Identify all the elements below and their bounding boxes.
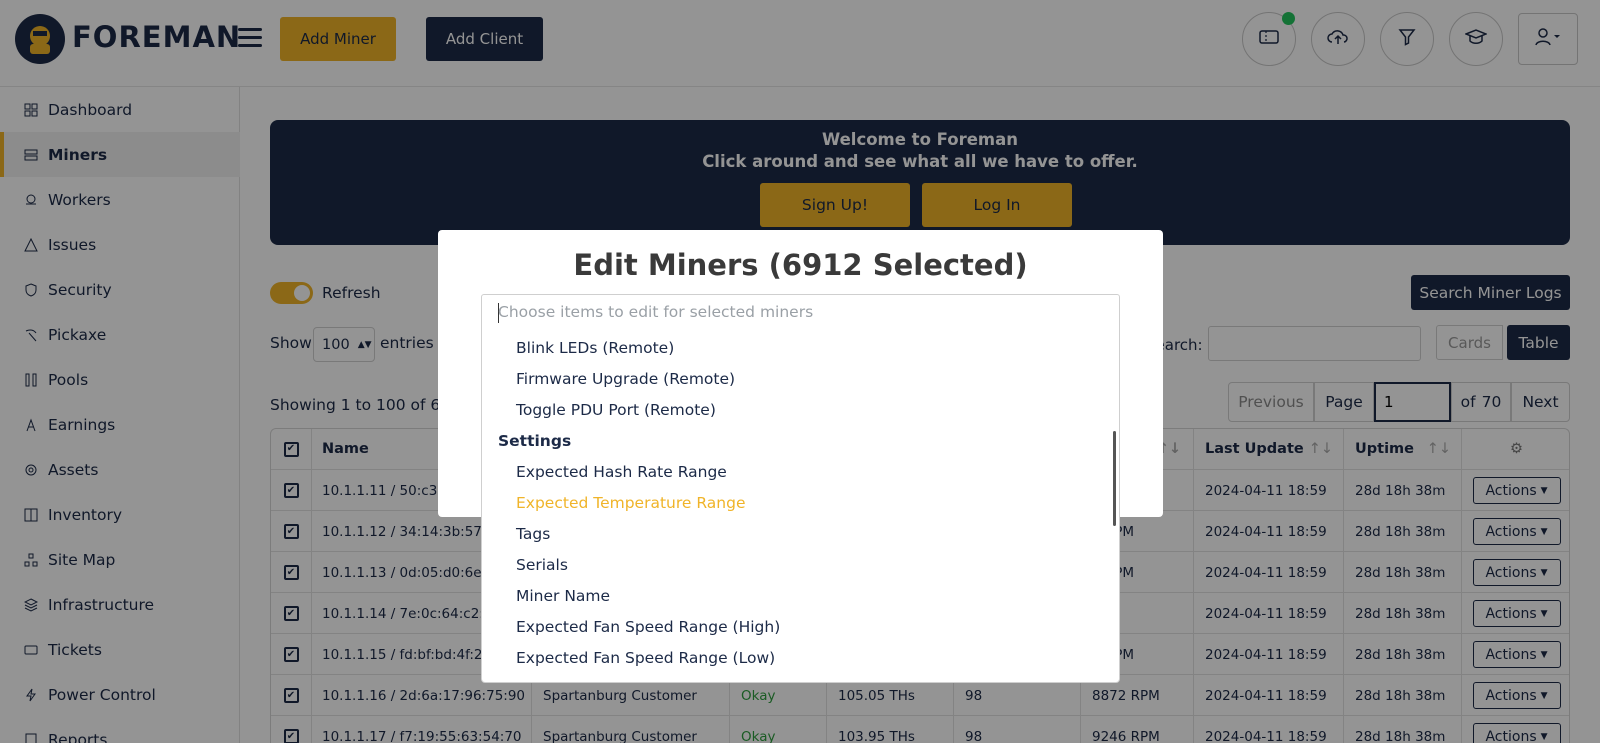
group-settings-label: Settings [498, 432, 572, 450]
edit-items-placeholder: Choose items to edit for selected miners [498, 303, 814, 321]
option-expected-hash-rate-range[interactable]: Expected Hash Rate Range [516, 463, 727, 481]
modal-title: Edit Miners (6912 Selected) [573, 248, 1028, 282]
option-expected-temperature-range[interactable]: Expected Temperature Range [516, 494, 745, 512]
option-firmware-upgrade[interactable]: Firmware Upgrade (Remote) [516, 370, 735, 388]
option-serials[interactable]: Serials [516, 556, 568, 574]
edit-items-select-input[interactable]: Choose items to edit for selected miners [481, 294, 1120, 332]
option-expected-fan-speed-high[interactable]: Expected Fan Speed Range (High) [516, 618, 780, 636]
edit-items-dropdown: Blink LEDs (Remote) Firmware Upgrade (Re… [481, 331, 1120, 683]
option-miner-name[interactable]: Miner Name [516, 587, 610, 605]
option-toggle-pdu-port[interactable]: Toggle PDU Port (Remote) [516, 401, 716, 419]
option-blink-leds[interactable]: Blink LEDs (Remote) [516, 339, 674, 357]
dropdown-scrollbar[interactable] [1113, 431, 1116, 526]
option-expected-fan-speed-low[interactable]: Expected Fan Speed Range (Low) [516, 649, 775, 667]
option-tags[interactable]: Tags [516, 525, 550, 543]
